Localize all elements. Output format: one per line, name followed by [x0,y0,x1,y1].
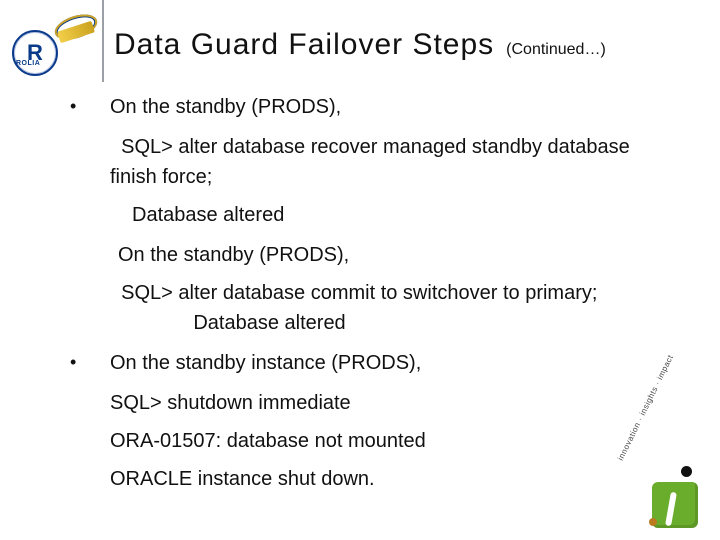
bullet-2-heading: On the standby instance (PRODS), [110,348,680,378]
bullet-dot-icon: • [70,348,110,378]
sql-cmd-text: alter database commit to switchover to p… [173,282,598,304]
sql-inline-response: Database altered [193,312,345,334]
vertical-divider [102,0,104,82]
bullet-1: • On the standby (PRODS), [70,92,680,122]
bullet-2-line2: ORA-01507: database not mounted [110,426,680,456]
insight-logo-dot-icon [649,518,657,526]
slide: R ROLIA Data Guard Failover Steps (Conti… [0,0,720,540]
insight-logo-square-icon [652,482,698,528]
bullet-2: • On the standby instance (PRODS), [70,348,680,378]
page-title: Data Guard Failover Steps [114,28,494,62]
rolia-badge-icon: R [12,30,58,76]
bullet-dot-icon: • [70,92,110,122]
insight-logo-dot-icon [681,466,692,477]
title-row: Data Guard Failover Steps (Continued…) [114,28,696,62]
rolia-logo: R ROLIA [8,8,98,68]
bullet-1-cmd2: SQL> alter database commit to switchover… [110,278,680,338]
bullet-1-cmd1: SQL> alter database recover managed stan… [110,132,680,192]
sql-prompt: SQL> [121,136,173,158]
rolia-wordmark: ROLIA [16,60,40,67]
bullet-1-heading2: On the standby (PRODS), [118,240,680,270]
sql-cmd-text: alter database recover managed standby d… [110,136,630,188]
bullet-1-resp1: Database altered [132,200,680,230]
page-subtitle: (Continued…) [506,41,606,59]
sql-prompt: SQL> [121,282,173,304]
bullet-2-line1: SQL> shutdown immediate [110,388,680,418]
insight-logo: innovation · insights · impact [634,464,698,528]
bullet-1-heading: On the standby (PRODS), [110,92,680,122]
bullet-2-line3: ORACLE instance shut down. [110,464,680,494]
insight-logo-stripe-icon [665,492,677,527]
body-content: • On the standby (PRODS), SQL> alter dat… [70,92,680,502]
